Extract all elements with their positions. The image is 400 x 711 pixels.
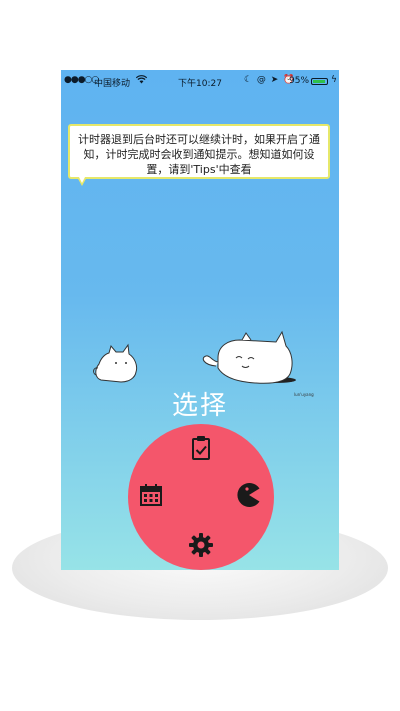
wifi-icon <box>135 75 148 87</box>
settings-button[interactable] <box>186 530 216 560</box>
clipboard-icon <box>192 436 210 460</box>
timer-tip-bubble: 计时器退到后台时还可以继续计时，如果开启了通知，计时完成时会收到通知提示。想知道… <box>68 124 330 179</box>
clipboard-button[interactable] <box>186 433 216 463</box>
settings-icon <box>189 533 213 557</box>
calendar-icon <box>140 484 162 506</box>
timer-tip-text: 计时器退到后台时还可以继续计时，如果开启了通知，计时完成时会收到通知提示。想知道… <box>78 133 320 176</box>
status-icons: ☾ @ ➤ ⏰ <box>244 75 296 85</box>
artist-signature: lun'uyang <box>294 392 314 397</box>
pacman-icon <box>237 483 260 507</box>
battery-percentage: 95% <box>289 76 310 86</box>
sitting-cat-illustration <box>93 343 138 383</box>
status-bar: ●●●○○ 中国移动 下午10:27 ☾ @ ➤ ⏰ 95% ϟ <box>61 70 339 92</box>
status-time: 下午10:27 <box>178 79 222 89</box>
carrier-name: 中国移动 <box>94 79 131 89</box>
pacman-button[interactable] <box>234 480 264 510</box>
lying-cat-illustration <box>202 330 296 384</box>
tip-bubble-tail-inner <box>79 177 85 183</box>
battery-icon <box>311 78 328 85</box>
page-title: 选择 <box>171 391 228 421</box>
calendar-button[interactable] <box>136 480 166 510</box>
charging-icon: ϟ <box>331 75 337 85</box>
